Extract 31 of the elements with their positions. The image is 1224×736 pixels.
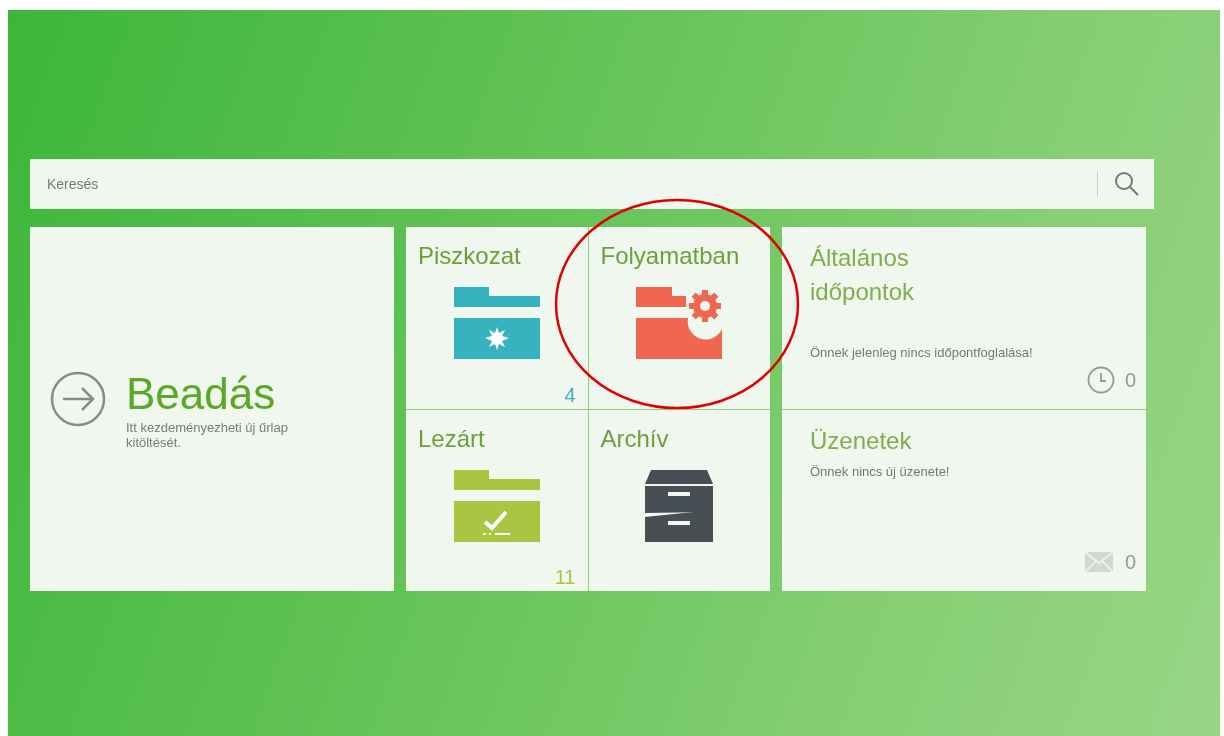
search-bar[interactable]: Keresés	[30, 159, 1154, 209]
envelope-icon	[1084, 552, 1113, 572]
clock-icon	[1086, 365, 1115, 394]
folder-tile[interactable]: Archív	[588, 409, 770, 591]
tile-message: Önnek jelenleg nincs időpontfoglalása!	[810, 344, 1034, 362]
messages-tile[interactable]: Üzenetek Önnek nincs új üzenete! 0	[782, 409, 1146, 591]
folder-gear-icon	[636, 287, 723, 359]
tile-message: Önnek nincs új üzenete!	[810, 462, 951, 481]
search-field[interactable]: Keresés	[47, 173, 1097, 195]
tile-title: Lezárt	[418, 423, 486, 454]
arrow-circle-icon	[50, 371, 106, 427]
item-count: 4	[564, 382, 576, 407]
appointment-count: 0	[1124, 367, 1136, 393]
tile-title: Piszkozat	[418, 241, 522, 271]
item-count: 11	[554, 565, 576, 589]
tile-title: Folyamatban	[600, 241, 741, 271]
folder-check-icon	[453, 469, 540, 542]
folder-tile[interactable]: Lezárt 11	[406, 409, 588, 591]
message-count: 0	[1124, 550, 1136, 575]
tile-title: Üzenetek	[810, 425, 913, 456]
submit-tile[interactable]: Beadás Itt kezdeményezheti új űrlap kitöltését.	[30, 227, 394, 591]
tile-title: Általános időpontok	[810, 243, 916, 307]
tile-title: Archív	[600, 423, 670, 454]
tile-description: Itt kezdeményezheti új űrlap kitöltését.	[126, 420, 289, 450]
tile-title: Beadás	[126, 368, 277, 420]
archive-cabinet-icon	[645, 469, 714, 542]
folder-star-icon	[453, 287, 540, 359]
folder-tile[interactable]: Folyamatban	[588, 227, 770, 409]
appointments-tile[interactable]: Általános időpontok Önnek jelenleg nincs időpontfoglalása! 0	[782, 227, 1146, 409]
folder-tile[interactable]: Piszkozat 4	[406, 227, 588, 409]
search-icon[interactable]	[1114, 171, 1140, 197]
